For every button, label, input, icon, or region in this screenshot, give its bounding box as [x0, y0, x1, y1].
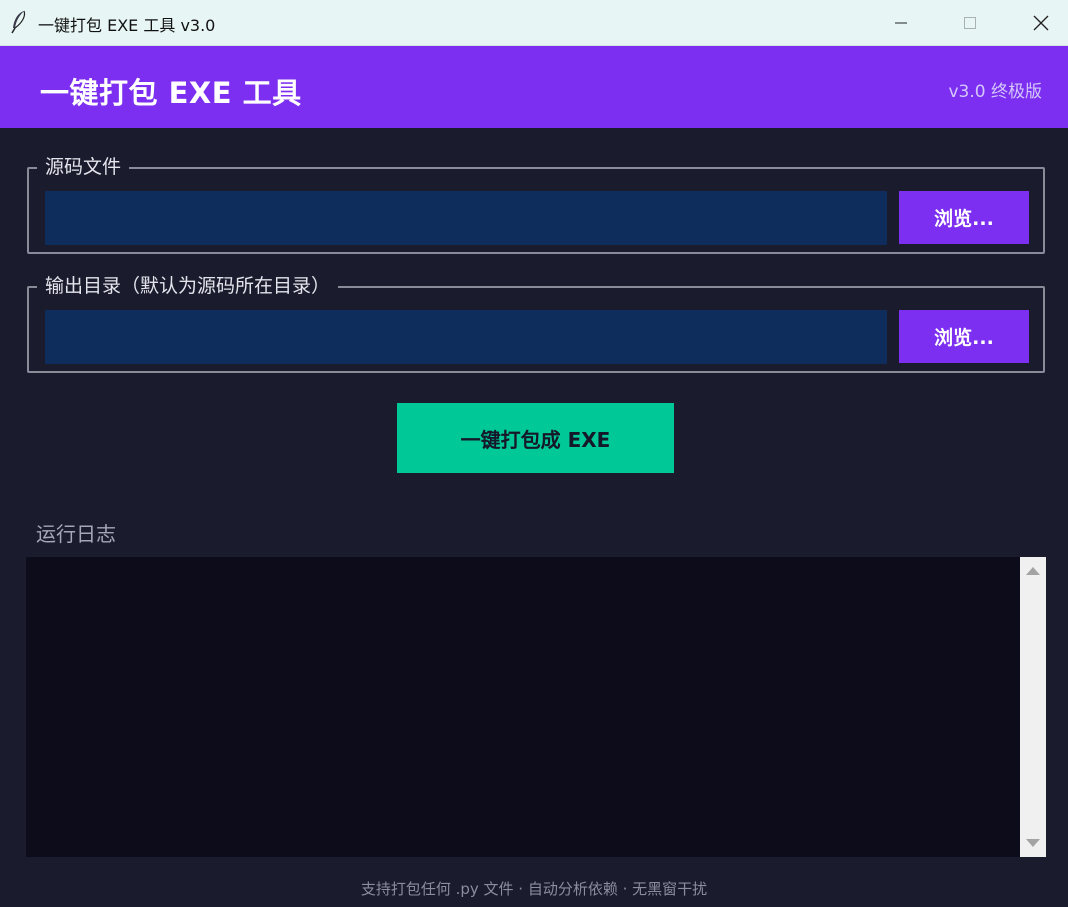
source-browse-button[interactable]: 浏览...: [899, 191, 1029, 244]
title-bar: 一键打包 EXE 工具 v3.0: [0, 0, 1068, 46]
version-label: v3.0 终极版: [948, 82, 1043, 102]
pack-exe-button[interactable]: 一键打包成 EXE: [397, 403, 674, 473]
output-dir-legend: 输出目录（默认为源码所在目录）: [37, 274, 339, 298]
maximize-icon: [964, 17, 976, 29]
source-file-legend: 源码文件: [37, 155, 130, 179]
minimize-icon: [895, 22, 907, 24]
output-browse-button[interactable]: 浏览...: [899, 310, 1029, 363]
source-file-input[interactable]: [45, 191, 887, 245]
log-scrollbar[interactable]: [1020, 557, 1046, 857]
minimize-button[interactable]: [878, 0, 924, 46]
window-title: 一键打包 EXE 工具 v3.0: [38, 16, 216, 35]
log-output[interactable]: [26, 557, 1020, 857]
output-dir-input[interactable]: [45, 310, 887, 364]
footer-text: 支持打包任何 .py 文件 · 自动分析依赖 · 无黑窗干扰: [360, 880, 708, 898]
source-file-group: 源码文件 浏览...: [27, 155, 1045, 254]
feather-icon: [11, 10, 26, 34]
scroll-down-icon[interactable]: [1026, 839, 1040, 847]
maximize-button[interactable]: [947, 0, 993, 46]
app-header: 一键打包 EXE 工具 v3.0 终极版: [0, 46, 1068, 128]
log-label: 运行日志: [36, 522, 116, 546]
app-title: 一键打包 EXE 工具: [40, 76, 302, 110]
output-dir-group: 输出目录（默认为源码所在目录） 浏览...: [27, 274, 1045, 373]
scroll-up-icon[interactable]: [1026, 567, 1040, 575]
close-button[interactable]: [1018, 0, 1064, 46]
close-icon: [1033, 15, 1049, 31]
